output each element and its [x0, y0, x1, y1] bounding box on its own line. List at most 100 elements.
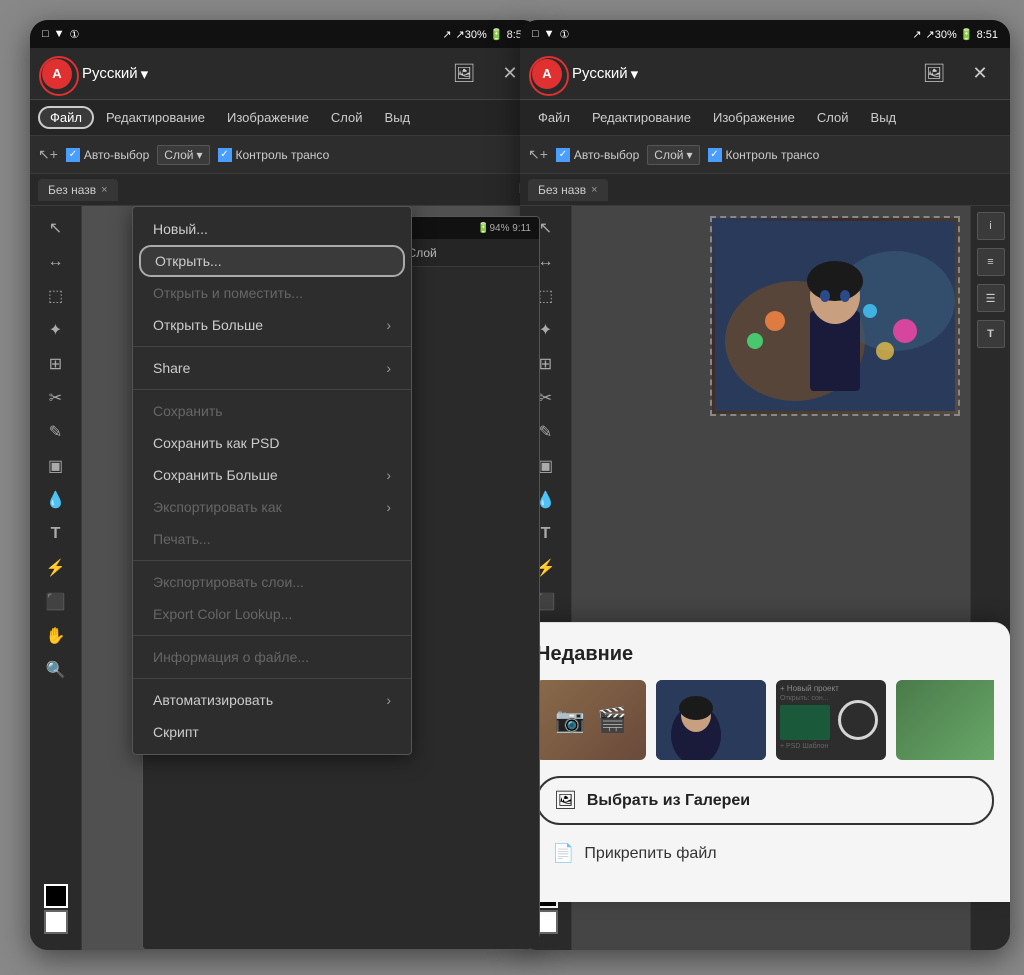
menu-image-left[interactable]: Изображение	[217, 106, 319, 129]
signal-icon-right: ↗	[912, 28, 921, 41]
separator-3	[133, 560, 411, 561]
tool-fill[interactable]: 💧	[38, 484, 74, 516]
alarm-icon-right: ①	[560, 28, 570, 41]
tab-close-left[interactable]: ×	[101, 184, 107, 196]
anime-bg	[712, 218, 958, 414]
video-icon: 🎬	[597, 706, 627, 735]
anime-image	[710, 216, 960, 416]
anime-thumb-svg	[656, 680, 766, 760]
inner-battery: 🔋94% 9:11	[477, 223, 531, 234]
control-transform-right[interactable]: ✓ Контроль трансо	[708, 148, 820, 162]
menu-new[interactable]: Новый...	[133, 213, 411, 245]
battery-text-left: ↗30% 🔋 8:51	[456, 28, 528, 41]
menu-edit-right[interactable]: Редактирование	[582, 106, 701, 129]
menu-open[interactable]: Открыть...	[139, 245, 405, 277]
tab-left[interactable]: Без назв ×	[38, 179, 118, 201]
gallery-icon: 🖼	[554, 790, 577, 811]
tool-shape[interactable]: ⬛	[38, 586, 74, 618]
select-arrow-right: ▾	[686, 148, 692, 162]
editor-thumb-label: + PSD Шаблон	[780, 743, 882, 750]
channels-btn[interactable]: ☰	[977, 284, 1005, 312]
tool-brush[interactable]: ✎	[38, 416, 74, 448]
control-transform-left[interactable]: ✓ Контроль трансо	[218, 148, 330, 162]
tool-lasso[interactable]: ✦	[38, 314, 74, 346]
camera-thumb-content: 📷 🎬	[536, 680, 646, 760]
camera-icon: 📷	[555, 706, 585, 735]
menu-file-right[interactable]: Файл	[528, 106, 580, 129]
menu-script[interactable]: Скрипт	[133, 716, 411, 748]
tool-text[interactable]: T	[38, 518, 74, 550]
language-selector-left[interactable]: Русский ▾	[82, 65, 148, 83]
menu-file-left[interactable]: Файл	[38, 106, 94, 129]
layer-select-right[interactable]: Слой ▾	[647, 145, 699, 165]
auto-select-checkbox[interactable]: ✓	[66, 148, 80, 162]
menu-automate[interactable]: Автоматизировать	[133, 684, 411, 716]
layer-select-left[interactable]: Слой ▾	[157, 145, 209, 165]
menu-layer-left[interactable]: Слой	[321, 106, 373, 129]
menu-view-left[interactable]: Выд	[375, 106, 421, 129]
extra-thumb[interactable]	[896, 680, 994, 760]
tool-zoom[interactable]: 🔍	[38, 654, 74, 686]
tool-eraser[interactable]: ▣	[38, 450, 74, 482]
wifi-icon: ▼	[54, 28, 65, 40]
recent-title: Недавние	[536, 643, 994, 666]
menu-share[interactable]: Share	[133, 352, 411, 384]
recent-row: 📷 🎬 + Новый	[536, 680, 994, 760]
attach-btn-label: Прикрепить файл	[584, 845, 716, 863]
gallery-button[interactable]: 🖼 Выбрать из Галереи	[536, 776, 994, 825]
gallery-btn-label: Выбрать из Галереи	[587, 792, 750, 810]
info-btn[interactable]: i	[977, 212, 1005, 240]
move-icon: ↖+	[38, 146, 58, 163]
control-checkbox-right[interactable]: ✓	[708, 148, 722, 162]
separator-5	[133, 678, 411, 679]
move-tool-right: ↖+	[528, 146, 548, 163]
attach-button[interactable]: 📄 Прикрепить файл	[536, 833, 994, 874]
menu-open-place: Открыть и поместить...	[133, 277, 411, 309]
app-header-right: A Русский ▾ 🖼 ✕	[520, 48, 1010, 100]
editor-thumb-subtitle: Открыть: сон...	[780, 695, 882, 702]
menu-export-layers: Экспортировать слои...	[133, 566, 411, 598]
menu-export-as: Экспортировать как	[133, 491, 411, 523]
status-right-right: ↗ ↗30% 🔋 8:51	[912, 28, 998, 41]
text-btn[interactable]: T	[977, 320, 1005, 348]
alarm-icon: ①	[70, 28, 80, 41]
camera-thumb[interactable]: 📷 🎬	[536, 680, 646, 760]
auto-select-checkbox-right[interactable]: ✓	[556, 148, 570, 162]
tool-eyedropper[interactable]: ✂	[38, 382, 74, 414]
export-icon-right[interactable]: 🖼	[916, 56, 952, 92]
move-icon-right: ↖+	[528, 146, 548, 163]
control-checkbox[interactable]: ✓	[218, 148, 232, 162]
anime-thumb[interactable]	[656, 680, 766, 760]
tab-close-right[interactable]: ×	[591, 184, 597, 196]
tool-move[interactable]: ↔	[38, 246, 74, 278]
tool-select[interactable]: ↖	[38, 212, 74, 244]
battery-text-right: ↗30% 🔋 8:51	[926, 28, 998, 41]
export-icon-left[interactable]: 🖼	[446, 56, 482, 92]
menu-open-more[interactable]: Открыть Больше	[133, 309, 411, 341]
wifi-icon-right: ▼	[544, 28, 555, 40]
main-content-left: ↖ ↔ ⬚ ✦ ⊞ ✂ ✎ ▣ 💧 T ⚡ ⬛ ✋ 🔍 Только экст	[30, 206, 540, 950]
select-arrow: ▾	[196, 148, 202, 162]
language-selector-right[interactable]: Русский ▾	[572, 65, 638, 83]
tool-hand[interactable]: ✋	[38, 620, 74, 652]
sim-icon: □	[42, 28, 49, 40]
app-logo-right: A	[532, 59, 562, 89]
layers-btn[interactable]: ≡	[977, 248, 1005, 276]
editor-thumb[interactable]: + Новый проект Открыть: сон... + PSD Шаб…	[776, 680, 886, 760]
close-icon-right[interactable]: ✕	[962, 56, 998, 92]
status-left-right: □ ▼ ①	[532, 28, 569, 41]
menu-save-more[interactable]: Сохранить Больше	[133, 459, 411, 491]
menu-layer-right[interactable]: Слой	[807, 106, 859, 129]
auto-select-right[interactable]: ✓ Авто-выбор	[556, 148, 639, 162]
tab-right[interactable]: Без назв ×	[528, 179, 608, 201]
tool-marquee[interactable]: ⬚	[38, 280, 74, 312]
menu-view-right[interactable]: Выд	[861, 106, 907, 129]
tool-pen[interactable]: ⚡	[38, 552, 74, 584]
menu-image-right[interactable]: Изображение	[703, 106, 805, 129]
auto-select-left[interactable]: ✓ Авто-выбор	[66, 148, 149, 162]
tool-crop[interactable]: ⊞	[38, 348, 74, 380]
editor-thumb-content: + Новый проект Открыть: сон... + PSD Шаб…	[776, 680, 886, 760]
menu-edit-left[interactable]: Редактирование	[96, 106, 215, 129]
dropdown-arrow-left: ▾	[141, 65, 149, 83]
menu-save-psd[interactable]: Сохранить как PSD	[133, 427, 411, 459]
